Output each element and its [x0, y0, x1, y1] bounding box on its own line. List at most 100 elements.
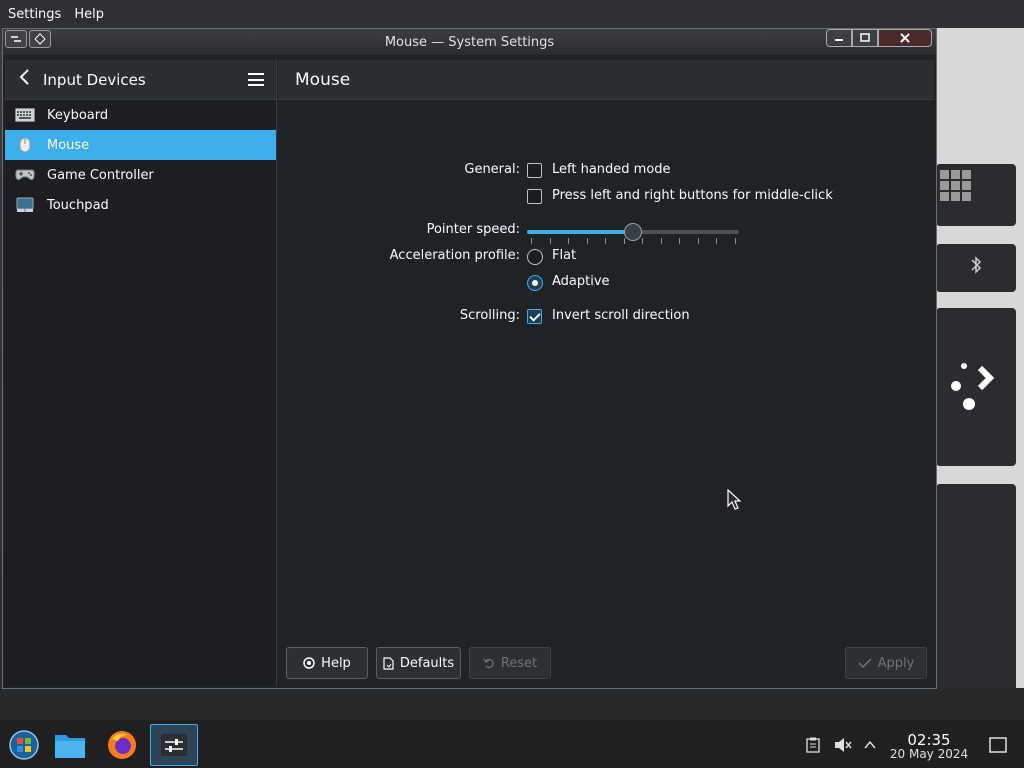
- checkmark-icon: [858, 658, 872, 669]
- apply-button-label: Apply: [877, 655, 915, 671]
- slider-tick: [716, 238, 718, 244]
- main-header: Mouse: [278, 60, 934, 100]
- adaptive-label[interactable]: Adaptive: [552, 274, 610, 289]
- taskbar-firefox[interactable]: [98, 724, 146, 766]
- taskbar-system-settings[interactable]: [150, 724, 198, 766]
- hamburger-menu-icon[interactable]: [248, 73, 264, 86]
- kde-connect-widget[interactable]: [936, 308, 1016, 466]
- sidebar-item-game-controller[interactable]: Game Controller: [5, 160, 276, 190]
- sidebar-item-mouse[interactable]: Mouse: [5, 130, 276, 160]
- acceleration-profile-label: Acceleration profile:: [389, 248, 520, 263]
- mouse-cursor-icon: [727, 489, 741, 510]
- desktop-widget-area: [936, 28, 1024, 708]
- sidebar: Input Devices Keyboard Mouse Game Contro…: [5, 60, 277, 686]
- page-title: Mouse: [295, 69, 351, 90]
- invert-scroll-checkbox[interactable]: [527, 309, 542, 324]
- apply-button[interactable]: Apply: [845, 647, 927, 679]
- diamond-icon: [34, 33, 46, 45]
- slider-tick: [549, 238, 551, 244]
- slider-tick: [735, 238, 736, 244]
- scrolling-label: Scrolling:: [459, 308, 520, 323]
- sidebar-item-label: Mouse: [47, 137, 90, 153]
- settings-sliders-icon: [161, 734, 187, 756]
- pointer-speed-slider[interactable]: [527, 220, 739, 244]
- slider-tick: [623, 238, 625, 244]
- invert-scroll-label[interactable]: Invert scroll direction: [552, 308, 690, 323]
- left-handed-label[interactable]: Left handed mode: [552, 162, 671, 177]
- chevron-up-icon[interactable]: [863, 737, 877, 757]
- app-grid-icon: [940, 170, 971, 201]
- slider-fill: [527, 230, 633, 234]
- defaults-button[interactable]: Defaults: [376, 647, 461, 679]
- slider-tick: [679, 238, 681, 244]
- keyboard-icon: [15, 107, 35, 123]
- taskbar-file-manager[interactable]: [46, 724, 94, 766]
- slider-tick: [697, 238, 699, 244]
- slider-tick: [568, 238, 570, 244]
- mouse-icon: [15, 137, 35, 153]
- titlebar[interactable]: Mouse — System Settings: [3, 29, 936, 55]
- help-button[interactable]: Help: [286, 647, 368, 679]
- sidebar-item-label: Game Controller: [47, 167, 154, 183]
- gamepad-icon: [15, 167, 35, 183]
- minimize-button[interactable]: [826, 29, 852, 47]
- document-icon: [383, 656, 394, 670]
- sidebar-list: Keyboard Mouse Game Controller Touchpad: [5, 100, 276, 220]
- global-menubar: Settings Help: [0, 0, 1024, 28]
- maximize-icon: [860, 33, 870, 42]
- connect-icon: [951, 363, 995, 410]
- sidebar-header: Input Devices: [5, 60, 276, 100]
- reset-button-label: Reset: [500, 655, 538, 671]
- back-arrow-icon[interactable]: [19, 68, 35, 91]
- undo-icon: [483, 658, 494, 669]
- sidebar-item-keyboard[interactable]: Keyboard: [5, 100, 276, 130]
- menu-settings[interactable]: Settings: [8, 7, 61, 22]
- slider-tick: [531, 238, 532, 244]
- slider-tick: [660, 238, 662, 244]
- application-launcher[interactable]: [0, 724, 48, 766]
- volume-muted-icon[interactable]: [834, 737, 852, 757]
- middle-click-checkbox[interactable]: [527, 189, 542, 204]
- minimize-icon: [835, 39, 843, 41]
- bluetooth-icon: [971, 256, 982, 274]
- firefox-icon: [108, 731, 136, 759]
- flat-label[interactable]: Flat: [552, 248, 576, 263]
- desktop-widget-empty: [936, 484, 1016, 706]
- show-desktop-icon[interactable]: [989, 737, 1007, 757]
- close-button[interactable]: [878, 29, 932, 47]
- sidebar-item-label: Keyboard: [47, 107, 109, 123]
- slider-handle[interactable]: [624, 223, 642, 241]
- middle-click-label[interactable]: Press left and right buttons for middle-…: [552, 188, 833, 203]
- clipboard-icon[interactable]: [806, 737, 820, 757]
- window-title: Mouse — System Settings: [384, 34, 555, 50]
- maximize-button[interactable]: [852, 29, 878, 47]
- sidebar-item-touchpad[interactable]: Touchpad: [5, 190, 276, 220]
- help-icon: [303, 657, 315, 669]
- touchpad-icon: [15, 197, 35, 213]
- window-menu-icon: [11, 36, 21, 42]
- sidebar-item-label: Touchpad: [47, 197, 109, 213]
- folder-icon: [55, 735, 85, 758]
- system-settings-window: Mouse — System Settings Input Devices Ke…: [2, 28, 937, 689]
- sidebar-title: Input Devices: [43, 70, 146, 89]
- start-menu-icon: [9, 730, 39, 760]
- pointer-speed-label: Pointer speed:: [426, 222, 520, 237]
- bluetooth-widget[interactable]: [936, 244, 1016, 292]
- help-button-label: Help: [321, 655, 351, 671]
- window-menu-button[interactable]: [5, 30, 27, 48]
- keep-above-button[interactable]: [29, 30, 51, 48]
- app-grid-widget[interactable]: [936, 164, 1016, 226]
- clock-date[interactable]: 20 May 2024: [880, 747, 978, 761]
- menu-help[interactable]: Help: [74, 7, 104, 22]
- main-panel: Mouse General: Left handed mode Press le…: [278, 60, 934, 686]
- slider-tick: [586, 238, 588, 244]
- flat-radio[interactable]: [527, 249, 543, 265]
- slider-tick: [642, 238, 644, 244]
- reset-button[interactable]: Reset: [469, 647, 551, 679]
- slider-tick: [605, 238, 607, 244]
- general-label: General:: [464, 162, 520, 177]
- close-icon: [900, 33, 910, 43]
- left-handed-checkbox[interactable]: [527, 163, 542, 178]
- desktop-bottom-strip: [0, 688, 1024, 720]
- adaptive-radio[interactable]: [527, 275, 543, 291]
